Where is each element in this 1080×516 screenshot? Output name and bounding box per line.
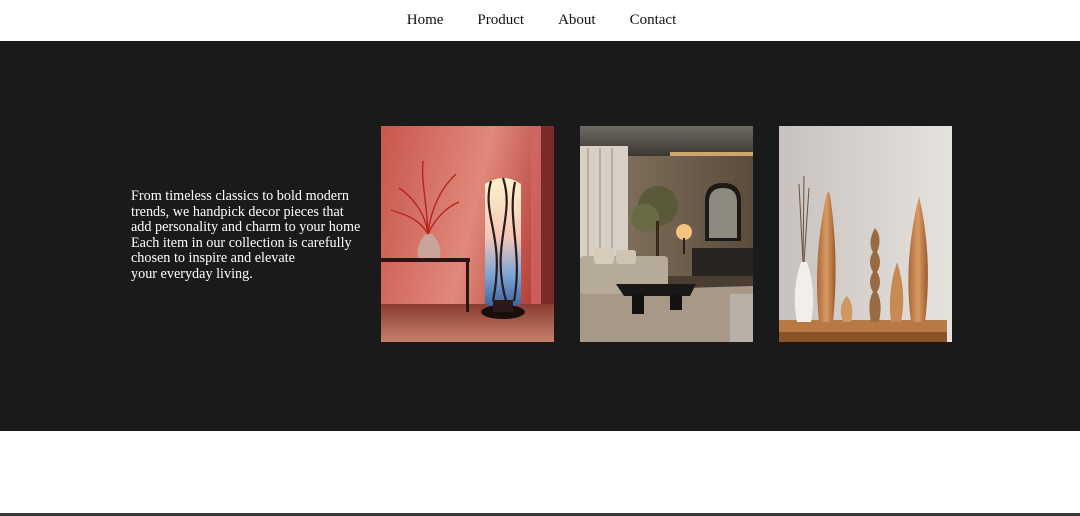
tagline-line: your everyday living. [131,265,253,282]
footer-area [0,431,1080,513]
top-navbar: Home Product About Contact [0,0,1080,41]
gallery-image-living-room [580,126,753,342]
gallery-image-lamp [381,126,554,342]
hero-section: From timeless classics to bold modern tr… [0,41,1080,431]
nav-links: Home Product About Contact [407,13,677,28]
hero-tagline: From timeless classics to bold modern tr… [131,188,371,283]
tagline-line: add personality and charm to your home [131,219,361,236]
tagline-line: trends, we handpick decor pieces that [131,203,344,220]
tagline-line: Each item in our collection is carefully [131,234,352,251]
tagline-line: From timeless classics to bold modern [131,188,349,204]
nav-product-link[interactable]: Product [477,13,524,28]
gallery-image-sculptures [779,126,952,342]
nav-contact-link[interactable]: Contact [630,13,677,28]
nav-home-link[interactable]: Home [407,13,444,28]
tagline-line: chosen to inspire and elevate [131,250,295,267]
nav-about-link[interactable]: About [558,13,596,28]
